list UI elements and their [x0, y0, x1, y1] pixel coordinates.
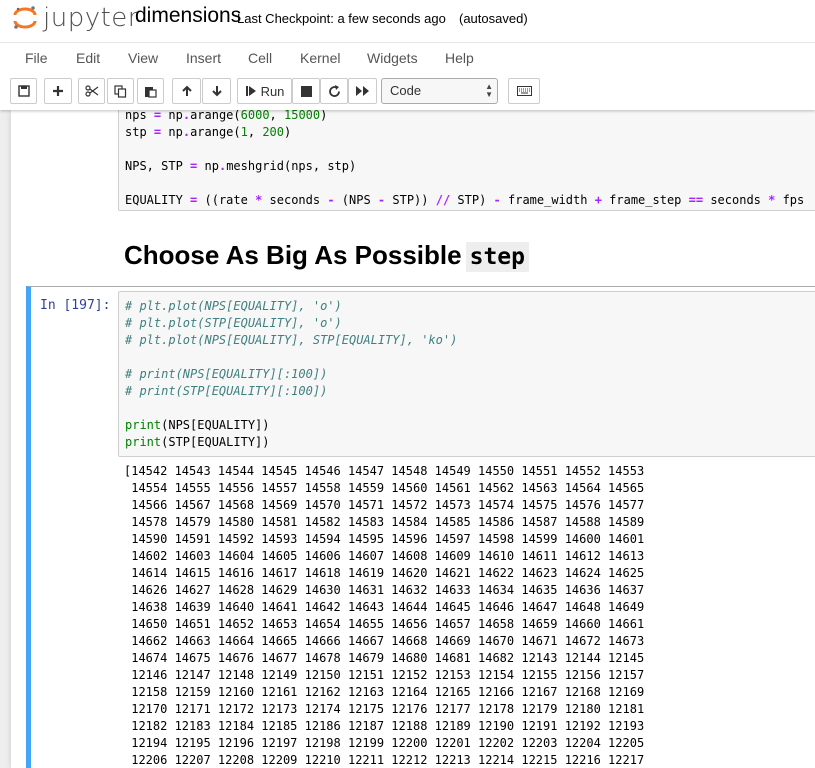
move-up-button[interactable]: [172, 78, 201, 104]
markdown-heading: Choose As Big As Possible step: [124, 240, 529, 272]
heading-text: Choose As Big As Possible: [124, 240, 462, 270]
jupyter-logo-icon: [12, 5, 38, 31]
code-line: # print(NPS[EQUALITY][:100]): [125, 367, 328, 381]
code-line: stp = np.arange(1, 200): [125, 125, 292, 139]
input-prompt: In [197]:: [40, 298, 111, 313]
notebook-header: jupyter dimensions Last Checkpoint: a fe…: [0, 0, 815, 110]
output-line: 12158 12159 12160 12161 12162 12163 1216…: [124, 685, 645, 699]
keyboard-icon: [516, 86, 532, 96]
notebook-page: nps = np.arange(6000, 15000) stp = np.ar…: [11, 110, 815, 768]
code-line: nps = np.arange(6000, 15000): [125, 110, 328, 122]
heading-inline-code: step: [465, 242, 529, 272]
output-line: 12182 12183 12184 12185 12186 12187 1218…: [124, 719, 645, 733]
code-line: NPS, STP = np.meshgrid(nps, stp): [125, 159, 357, 173]
stop-icon: [300, 85, 312, 97]
menu-file[interactable]: File: [25, 50, 48, 66]
code-editor[interactable]: nps = np.arange(6000, 15000) stp = np.ar…: [125, 110, 804, 209]
plus-icon: [53, 86, 63, 96]
command-palette-button[interactable]: [508, 78, 540, 104]
output-line: 12170 12171 12172 12173 12174 12175 1217…: [124, 702, 645, 716]
cell-output: [14542 14543 14544 14545 14546 14547 145…: [124, 463, 644, 768]
autosave-status: (autosaved): [459, 11, 528, 26]
menu-bar: File Edit View Insert Cell Kernel Widget…: [0, 42, 815, 74]
output-line: 14626 14627 14628 14629 14630 14631 1463…: [124, 583, 645, 597]
output-line: 12194 12195 12196 12197 12198 12199 1220…: [124, 736, 645, 750]
code-line: # plt.plot(STP[EQUALITY], 'o'): [125, 316, 342, 330]
output-line: 14590 14591 14592 14593 14594 14595 1459…: [124, 532, 645, 546]
code-line: EQUALITY = ((rate * seconds - (NPS - STP…: [125, 193, 805, 207]
output-line: 14674 14675 14676 14677 14678 14679 1468…: [124, 651, 645, 665]
output-line: 14650 14651 14652 14653 14654 14655 1465…: [124, 617, 645, 631]
insert-cell-button[interactable]: [44, 78, 72, 104]
code-line: # plt.plot(NPS[EQUALITY], STP[EQUALITY],…: [125, 333, 458, 347]
toolbar: Run Code ▲ ▼: [0, 77, 815, 105]
menu-kernel[interactable]: Kernel: [300, 50, 340, 66]
cut-button[interactable]: [78, 78, 105, 104]
paste-button[interactable]: [137, 78, 164, 104]
cut-icon: [84, 85, 98, 97]
output-line: 14602 14603 14604 14605 14606 14607 1460…: [124, 549, 645, 563]
move-down-button[interactable]: [202, 78, 231, 104]
code-line: print(STP[EQUALITY]): [125, 435, 270, 449]
save-button[interactable]: [10, 78, 37, 104]
output-line: 12146 12147 12148 12149 12150 12151 1215…: [124, 668, 645, 682]
restart-run-all-button[interactable]: [348, 78, 377, 104]
run-icon: [245, 86, 256, 96]
output-line: 12206 12207 12208 12209 12210 12211 1221…: [124, 753, 645, 767]
interrupt-button[interactable]: [292, 78, 320, 104]
output-line: 14662 14663 14664 14665 14666 14667 1466…: [124, 634, 645, 648]
copy-button[interactable]: [107, 78, 134, 104]
run-label: Run: [260, 83, 285, 99]
menu-cell[interactable]: Cell: [248, 50, 272, 66]
restart-button[interactable]: [320, 78, 348, 104]
code-line: # print(STP[EQUALITY][:100]): [125, 384, 328, 398]
arrow-down-icon: [211, 86, 222, 97]
code-cell[interactable]: nps = np.arange(6000, 15000) stp = np.ar…: [118, 110, 815, 211]
output-line: [14542 14543 14544 14545 14546 14547 145…: [124, 464, 645, 478]
restart-icon: [328, 84, 340, 97]
output-line: 14554 14555 14556 14557 14558 14559 1456…: [124, 481, 645, 495]
menu-insert[interactable]: Insert: [186, 50, 221, 66]
paste-icon: [145, 86, 157, 98]
arrow-up-icon: [181, 85, 192, 96]
menu-view[interactable]: View: [128, 50, 158, 66]
fast-forward-icon: [355, 86, 369, 96]
checkpoint-status: Last Checkpoint: a few seconds ago: [237, 11, 446, 26]
output-line: 14638 14639 14640 14641 14642 14643 1464…: [124, 600, 645, 614]
code-editor[interactable]: # plt.plot(NPS[EQUALITY], 'o') # plt.plo…: [125, 298, 457, 451]
select-arrows-icon: ▲ ▼: [485, 82, 493, 99]
cell-type-select[interactable]: Code ▲ ▼: [381, 78, 498, 104]
code-line: # plt.plot(NPS[EQUALITY], 'o'): [125, 299, 342, 313]
notebook-name[interactable]: dimensions: [135, 4, 241, 28]
output-line: 14566 14567 14568 14569 14570 14571 1457…: [124, 498, 645, 512]
jupyter-wordmark: jupyter: [43, 3, 139, 33]
save-icon: [17, 85, 30, 97]
cell-type-value: Code: [390, 83, 422, 98]
menu-widgets[interactable]: Widgets: [367, 50, 418, 66]
menu-edit[interactable]: Edit: [76, 50, 100, 66]
code-line: print(NPS[EQUALITY]): [125, 418, 270, 432]
copy-icon: [114, 84, 127, 98]
code-cell-selected[interactable]: # plt.plot(NPS[EQUALITY], 'o') # plt.plo…: [118, 291, 815, 457]
output-line: 14614 14615 14616 14617 14618 14619 1462…: [124, 566, 645, 580]
menu-help[interactable]: Help: [445, 50, 474, 66]
jupyter-logo[interactable]: jupyter: [12, 3, 139, 33]
run-button[interactable]: Run: [237, 78, 292, 104]
output-line: 14578 14579 14580 14581 14582 14583 1458…: [124, 515, 645, 529]
